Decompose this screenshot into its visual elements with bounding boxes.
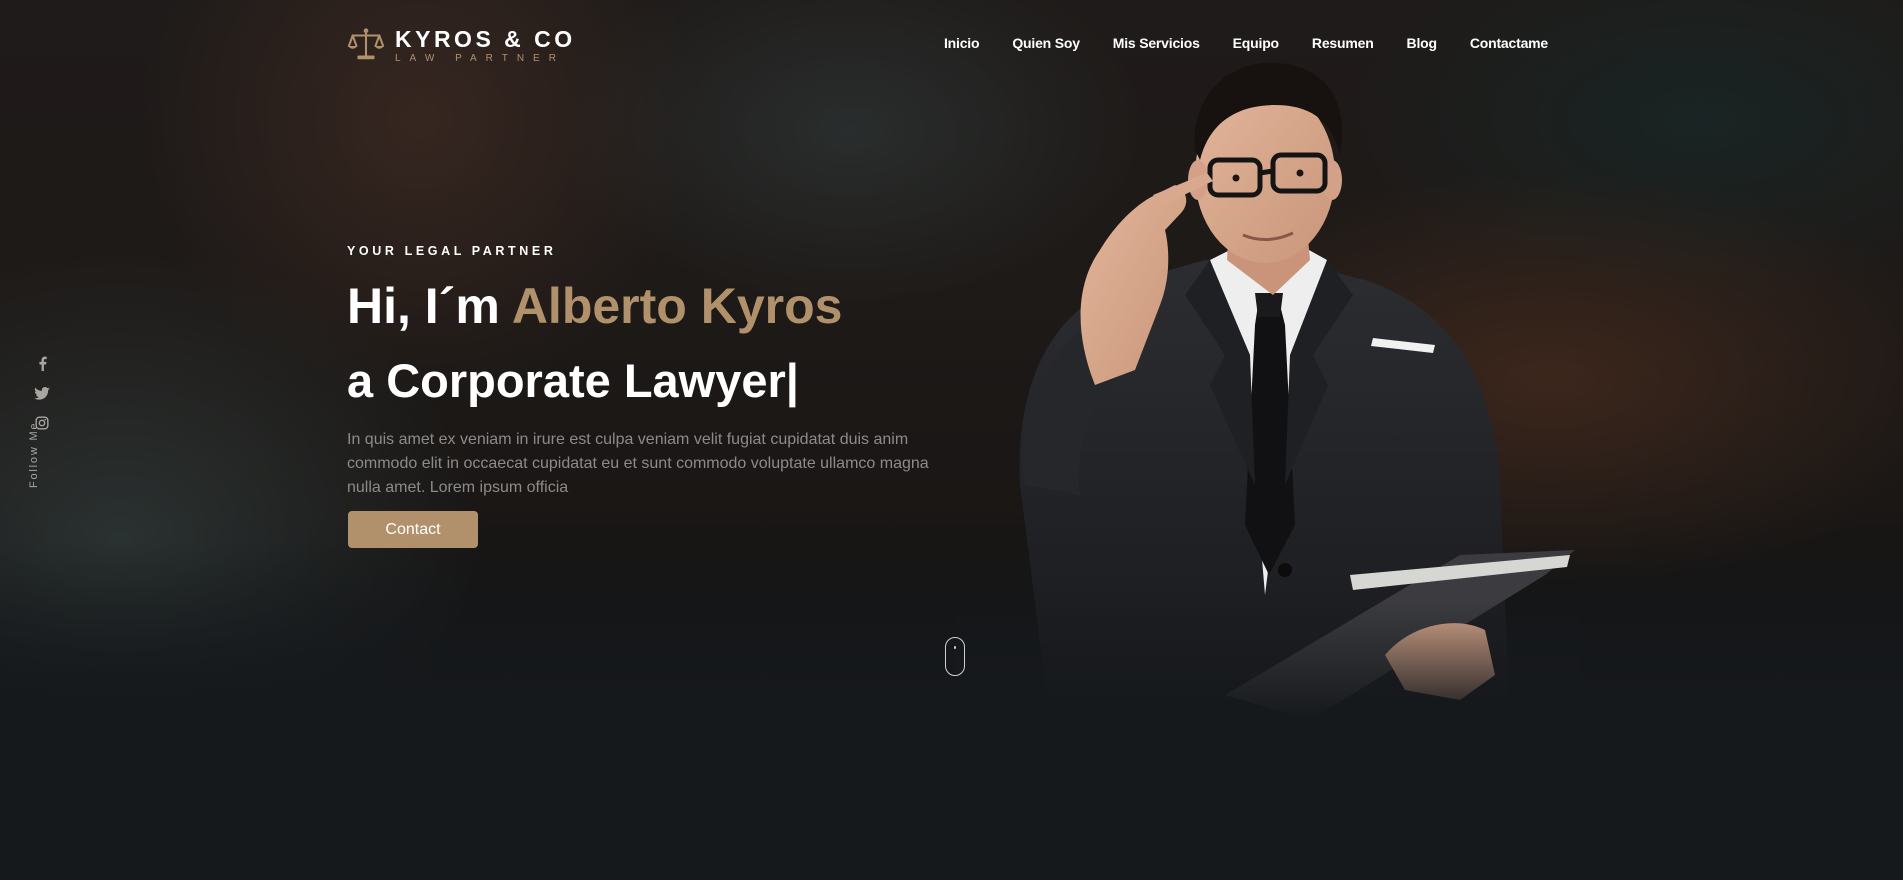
lawyer-portrait-image [955,55,1580,720]
hero-background [0,0,1903,720]
nav-item-blog[interactable]: Blog [1407,35,1438,51]
brand-name: KYROS & CO [395,26,576,52]
hero-greeting: Hi, I´m [347,278,512,334]
scroll-down-icon[interactable] [945,637,965,676]
nav-item-mis-servicios[interactable]: Mis Servicios [1113,35,1200,51]
social-links [33,354,51,432]
twitter-icon[interactable] [33,384,51,402]
nav-item-quien-soy[interactable]: Quien Soy [1012,35,1080,51]
follow-me-label: Follow Me [28,421,40,488]
hero-name: Alberto Kyros [511,278,843,334]
nav-item-resumen[interactable]: Resumen [1312,35,1374,51]
hero-overlay [0,0,1903,720]
nav-item-inicio[interactable]: Inicio [944,35,980,51]
main-nav: Inicio Quien Soy Mis Servicios Equipo Re… [944,35,1548,51]
nav-item-equipo[interactable]: Equipo [1233,35,1279,51]
contact-button[interactable]: Contact [348,511,478,548]
hero-eyebrow: YOUR LEGAL PARTNER [347,244,557,258]
hero-role: a Corporate Lawyer| [347,354,799,407]
facebook-icon[interactable] [33,354,51,372]
brand-logo[interactable]: KYROS & CO LAW PARTNER [347,26,576,64]
scales-of-justice-icon [347,28,385,60]
hero-heading: Hi, I´m Alberto Kyros [347,276,842,336]
brand-tagline: LAW PARTNER [395,53,565,64]
hero-description: In quis amet ex veniam in irure est culp… [347,431,929,496]
nav-item-contactame[interactable]: Contactame [1470,35,1548,51]
